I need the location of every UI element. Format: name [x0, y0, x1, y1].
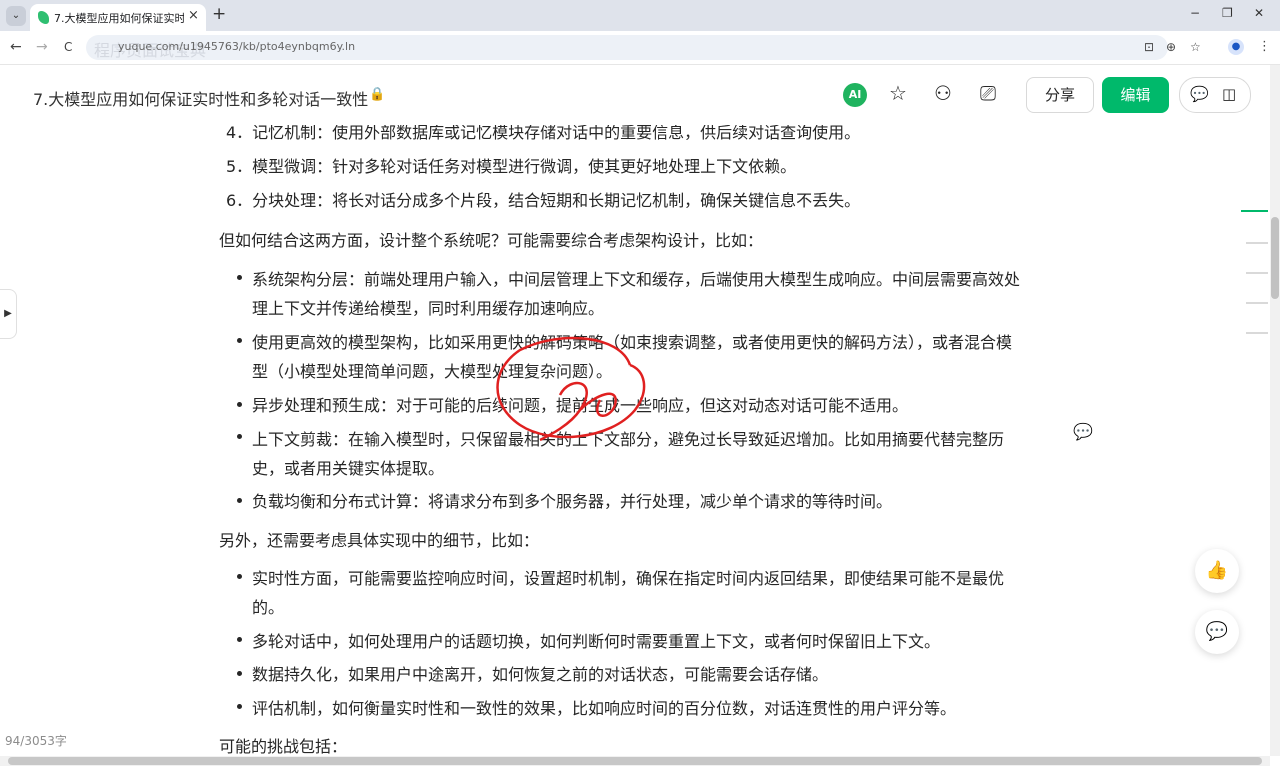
back-icon[interactable]: ←	[10, 39, 22, 55]
feedback-button[interactable]: 💬	[1195, 610, 1239, 654]
bullet-marker	[237, 637, 242, 642]
bullet-text: 实时性方面，可能需要监控响应时间，设置超时机制，确保在指定时间内返回结果，即使结…	[252, 569, 1005, 588]
annotation-circle	[496, 336, 646, 439]
lock-icon: 🔒	[369, 87, 386, 102]
cast-icon[interactable]: ⊡	[1144, 40, 1154, 54]
bullet-marker	[237, 704, 242, 709]
bookmark-star-icon[interactable]: ☆	[1190, 40, 1201, 54]
comments-icon[interactable]: 💬	[1190, 85, 1209, 103]
tab-search-icon[interactable]: ⌄	[6, 6, 26, 26]
bullet-marker	[237, 671, 242, 676]
sidebar-toggle-button[interactable]: ▶	[0, 289, 17, 339]
list-item: 6．分块处理：将长对话分成多个片段，结合短期和长期记忆机制，确保关键信息不丢失。	[226, 191, 861, 210]
bullet-text: 史，或者用关键实体提取。	[252, 459, 445, 478]
bullet-marker	[237, 402, 242, 407]
bullet-marker	[237, 275, 242, 280]
page-title: 7.大模型应用如何保证实时性和多轮对话一致性	[33, 90, 369, 109]
forward-icon[interactable]: →	[36, 39, 48, 55]
tab-title: 7.大模型应用如何保证实时性和	[54, 12, 184, 25]
bullet-text: 评估机制，如何衡量实时性和一致性的效果，比如响应时间的百分位数，对话连贯性的用户…	[252, 699, 957, 718]
paragraph: 另外，还需要考虑具体实现中的细节，比如：	[219, 531, 540, 550]
browser-tab-bar: ⌄ 7.大模型应用如何保证实时性和 × + − ❐ ✕	[0, 0, 1280, 31]
word-count: 94/3053字	[5, 734, 67, 748]
horizontal-scroll-thumb[interactable]	[8, 757, 1262, 765]
star-icon[interactable]: ☆	[889, 81, 907, 105]
presentation-icon[interactable]: ⎚	[980, 81, 996, 105]
bullet-text: 数据持久化，如果用户中途离开，如何恢复之前的对话状态，可能需要会话存储。	[252, 665, 829, 684]
share-button[interactable]: 分享	[1026, 77, 1094, 113]
bullet-marker	[237, 338, 242, 343]
minimize-icon[interactable]: −	[1190, 6, 1200, 20]
bullet-text: 负载均衡和分布式计算：将请求分布到多个服务器，并行处理，减少单个请求的等待时间。	[252, 492, 893, 511]
address-bar[interactable]: 程序员面试宝典 yuque.com/u1945763/kb/pto4eynbqm…	[86, 35, 1201, 60]
zoom-icon[interactable]: ⊕	[1166, 40, 1176, 54]
bullet-marker	[237, 434, 242, 439]
tab-close-icon[interactable]: ×	[188, 8, 199, 23]
yuque-favicon-icon	[38, 11, 49, 24]
sidebar-layout-icon[interactable]: ◫	[1222, 85, 1236, 103]
restore-icon[interactable]: ❐	[1222, 6, 1233, 20]
reload-icon[interactable]: C	[64, 40, 72, 54]
like-button[interactable]: 👍	[1195, 549, 1239, 593]
browser-tab[interactable]: 7.大模型应用如何保证实时性和 ×	[30, 4, 206, 31]
vertical-scrollbar[interactable]	[1270, 65, 1280, 756]
add-collaborator-icon[interactable]: ⚇	[934, 81, 952, 105]
bullet-marker	[237, 498, 242, 503]
bullet-text: 多轮对话中，如何处理用户的话题切换，如何判断何时需要重置上下文，或者何时保留旧上…	[252, 632, 941, 651]
paragraph: 可能的挑战包括：	[219, 737, 348, 756]
edit-button[interactable]: 编辑	[1102, 77, 1169, 113]
toc-marker[interactable]	[1246, 302, 1268, 304]
profile-avatar-icon[interactable]: ●	[1228, 39, 1244, 55]
list-item: 5．模型微调：针对多轮对话任务对模型进行微调，使其更好地处理上下文依赖。	[226, 157, 797, 176]
browser-toolbar: ← → C 程序员面试宝典 yuque.com/u1945763/kb/pto4…	[0, 31, 1280, 65]
toc-marker-active[interactable]	[1241, 210, 1268, 212]
window-close-icon[interactable]: ✕	[1254, 6, 1264, 20]
header-actions-pill: 💬 ◫	[1179, 77, 1251, 113]
vertical-scroll-thumb[interactable]	[1271, 217, 1279, 299]
bullet-text: 理上下文并传递给模型，同时利用缓存加速响应。	[252, 299, 605, 318]
bullet-marker	[237, 574, 242, 579]
bullet-text: 的。	[252, 598, 285, 617]
browser-menu-icon[interactable]: ⋮	[1258, 39, 1271, 54]
ai-assistant-button[interactable]: AI	[843, 83, 867, 107]
doc-header: 7.大模型应用如何保证实时性和多轮对话一致性 🔒 AI ☆ ⚇ ⎚ 分享 编辑 …	[0, 65, 1270, 125]
list-item: 4．记忆机制：使用外部数据库或记忆模块存储对话中的重要信息，供后续对话查询使用。	[226, 125, 861, 142]
new-tab-icon[interactable]: +	[212, 4, 226, 24]
toc-marker[interactable]	[1246, 272, 1268, 274]
handwritten-annotation	[496, 336, 646, 442]
toc-marker[interactable]	[1246, 332, 1268, 334]
toc-marker[interactable]	[1246, 242, 1268, 244]
bullet-text: 系统架构分层：前端处理用户输入，中间层管理上下文和缓存，后端使用大模型生成响应。…	[252, 270, 1021, 289]
paragraph: 但如何结合这两方面，设计整个系统呢？可能需要综合考虑架构设计，比如：	[219, 231, 764, 250]
inline-comment-icon[interactable]: 💬	[1073, 422, 1093, 441]
url-text: yuque.com/u1945763/kb/pto4eynbqm6y.ln	[118, 40, 356, 53]
